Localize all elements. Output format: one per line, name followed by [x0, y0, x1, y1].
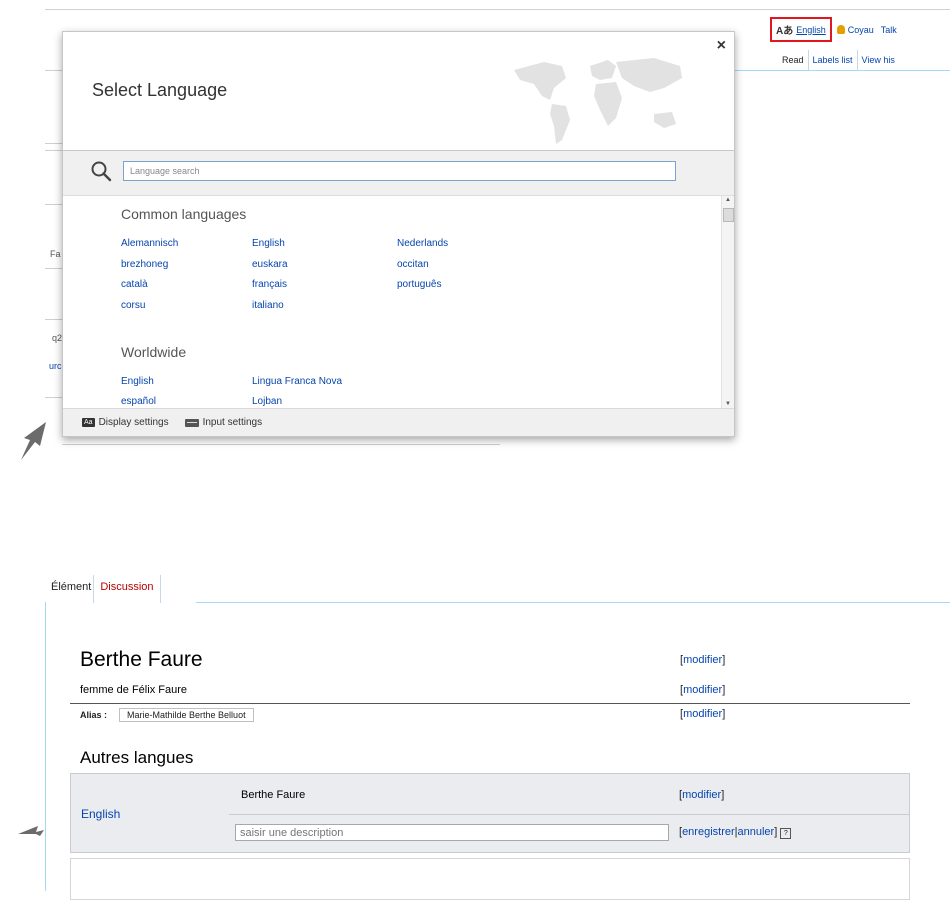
scrollbar-thumb[interactable]	[723, 208, 734, 222]
description-input[interactable]	[235, 824, 669, 841]
tab-discussion[interactable]: Discussion	[93, 575, 161, 603]
help-icon[interactable]: ?	[780, 828, 792, 839]
scroll-down-icon[interactable]: ▼	[725, 401, 731, 407]
alias-label: Alias :	[80, 710, 108, 720]
background-text-fragment: Fa	[50, 249, 61, 259]
user-link[interactable]: Coyau	[848, 25, 874, 35]
language-item[interactable]: English	[121, 376, 154, 387]
top-divider	[45, 9, 950, 10]
display-settings-icon: Aa	[82, 418, 95, 427]
language-list: Common languages Alemannisch brezhoneg c…	[63, 196, 722, 408]
uls-trigger-label[interactable]: English	[796, 25, 826, 35]
tab-element[interactable]: Élément	[49, 575, 93, 603]
background-text-fragment: q2	[52, 333, 63, 343]
page-title: Berthe Faure	[80, 648, 203, 671]
language-item[interactable]: occitan	[397, 259, 429, 270]
language-item[interactable]: Alemannisch	[121, 238, 178, 249]
dialog-header: Select Language ×	[63, 32, 734, 151]
scroll-up-icon[interactable]: ▲	[725, 197, 731, 203]
language-search-input[interactable]	[123, 161, 676, 181]
edit-alias-link[interactable]: [modifier]	[680, 708, 725, 720]
language-item[interactable]: English	[252, 238, 285, 249]
language-item[interactable]: corsu	[121, 300, 145, 311]
input-settings-label: Input settings	[202, 417, 263, 428]
language-item[interactable]: Lingua Franca Nova	[252, 376, 342, 387]
save-link[interactable]: enregistrer	[682, 826, 735, 838]
input-settings-button[interactable]: Input settings	[184, 417, 263, 428]
user-icon	[836, 25, 845, 34]
empty-section-box	[70, 858, 910, 900]
alias-row: Alias : Marie-Mathilde Berthe Belluot	[80, 708, 254, 722]
talk-link[interactable]: Talk	[881, 25, 897, 35]
tab-labels-list[interactable]: Labels list	[807, 50, 857, 70]
page-tabs: Élément Discussion	[49, 575, 161, 603]
language-item[interactable]: brezhoneg	[121, 259, 168, 270]
edit-label[interactable]: modifier	[683, 684, 722, 696]
edit-description-link[interactable]: [modifier]	[680, 684, 725, 696]
keyboard-icon	[184, 418, 199, 427]
save-cancel-links: [enregistrer|annuler]?	[679, 826, 792, 839]
view-tabs: Read Labels list View his	[778, 50, 899, 70]
content-top-border	[196, 602, 950, 603]
personal-tools: Aあ English Coyau Talk	[770, 17, 897, 42]
background-link-fragment: urc	[49, 361, 62, 371]
edit-label[interactable]: modifier	[683, 708, 722, 720]
language-search-bar	[63, 151, 734, 196]
uls-trigger[interactable]: Aあ English	[770, 17, 832, 42]
edit-language-label-link[interactable]: [modifier]	[679, 789, 724, 801]
display-settings-button[interactable]: Aa Display settings	[82, 417, 169, 428]
content-left-border	[45, 602, 46, 891]
language-item[interactable]: català	[121, 279, 148, 290]
tab-read[interactable]: Read	[778, 50, 808, 70]
cancel-link[interactable]: annuler	[738, 826, 775, 838]
other-languages-table: English Berthe Faure [modifier] [enregis…	[70, 773, 910, 853]
item-description: femme de Félix Faure	[80, 684, 187, 696]
language-item[interactable]: Lojban	[252, 396, 282, 407]
language-icon: Aあ	[776, 26, 794, 37]
world-map-icon	[514, 58, 682, 144]
language-item[interactable]: español	[121, 396, 156, 407]
worldwide-heading: Worldwide	[121, 344, 187, 360]
search-icon	[91, 161, 112, 182]
language-name-link[interactable]: English	[81, 807, 120, 821]
pointer-arrow-icon	[18, 826, 44, 836]
language-item[interactable]: Nederlands	[397, 238, 448, 249]
language-selector-dialog: Select Language × Common languages Alema…	[62, 31, 735, 437]
divider	[70, 703, 910, 704]
pointer-arrow-icon	[21, 422, 46, 460]
language-item[interactable]: português	[397, 279, 441, 290]
close-icon[interactable]: ×	[717, 37, 726, 55]
display-settings-label: Display settings	[98, 417, 169, 428]
row-separator	[229, 814, 909, 815]
edit-label[interactable]: modifier	[683, 654, 722, 666]
language-list-scrollbar[interactable]: ▲ ▼	[721, 196, 734, 408]
edit-title-link[interactable]: [modifier]	[680, 654, 725, 666]
tab-view-history[interactable]: View his	[856, 50, 899, 70]
dialog-footer: Aa Display settings Input settings	[63, 408, 734, 436]
language-item[interactable]: euskara	[252, 259, 288, 270]
dialog-title: Select Language	[92, 80, 228, 100]
other-languages-heading: Autres langues	[80, 748, 194, 767]
alias-chip: Marie-Mathilde Berthe Belluot	[119, 708, 254, 722]
common-languages-heading: Common languages	[121, 206, 247, 222]
language-item[interactable]: français	[252, 279, 287, 290]
language-item[interactable]: italiano	[252, 300, 284, 311]
language-label-value: Berthe Faure	[241, 789, 306, 801]
edit-label[interactable]: modifier	[682, 789, 721, 801]
